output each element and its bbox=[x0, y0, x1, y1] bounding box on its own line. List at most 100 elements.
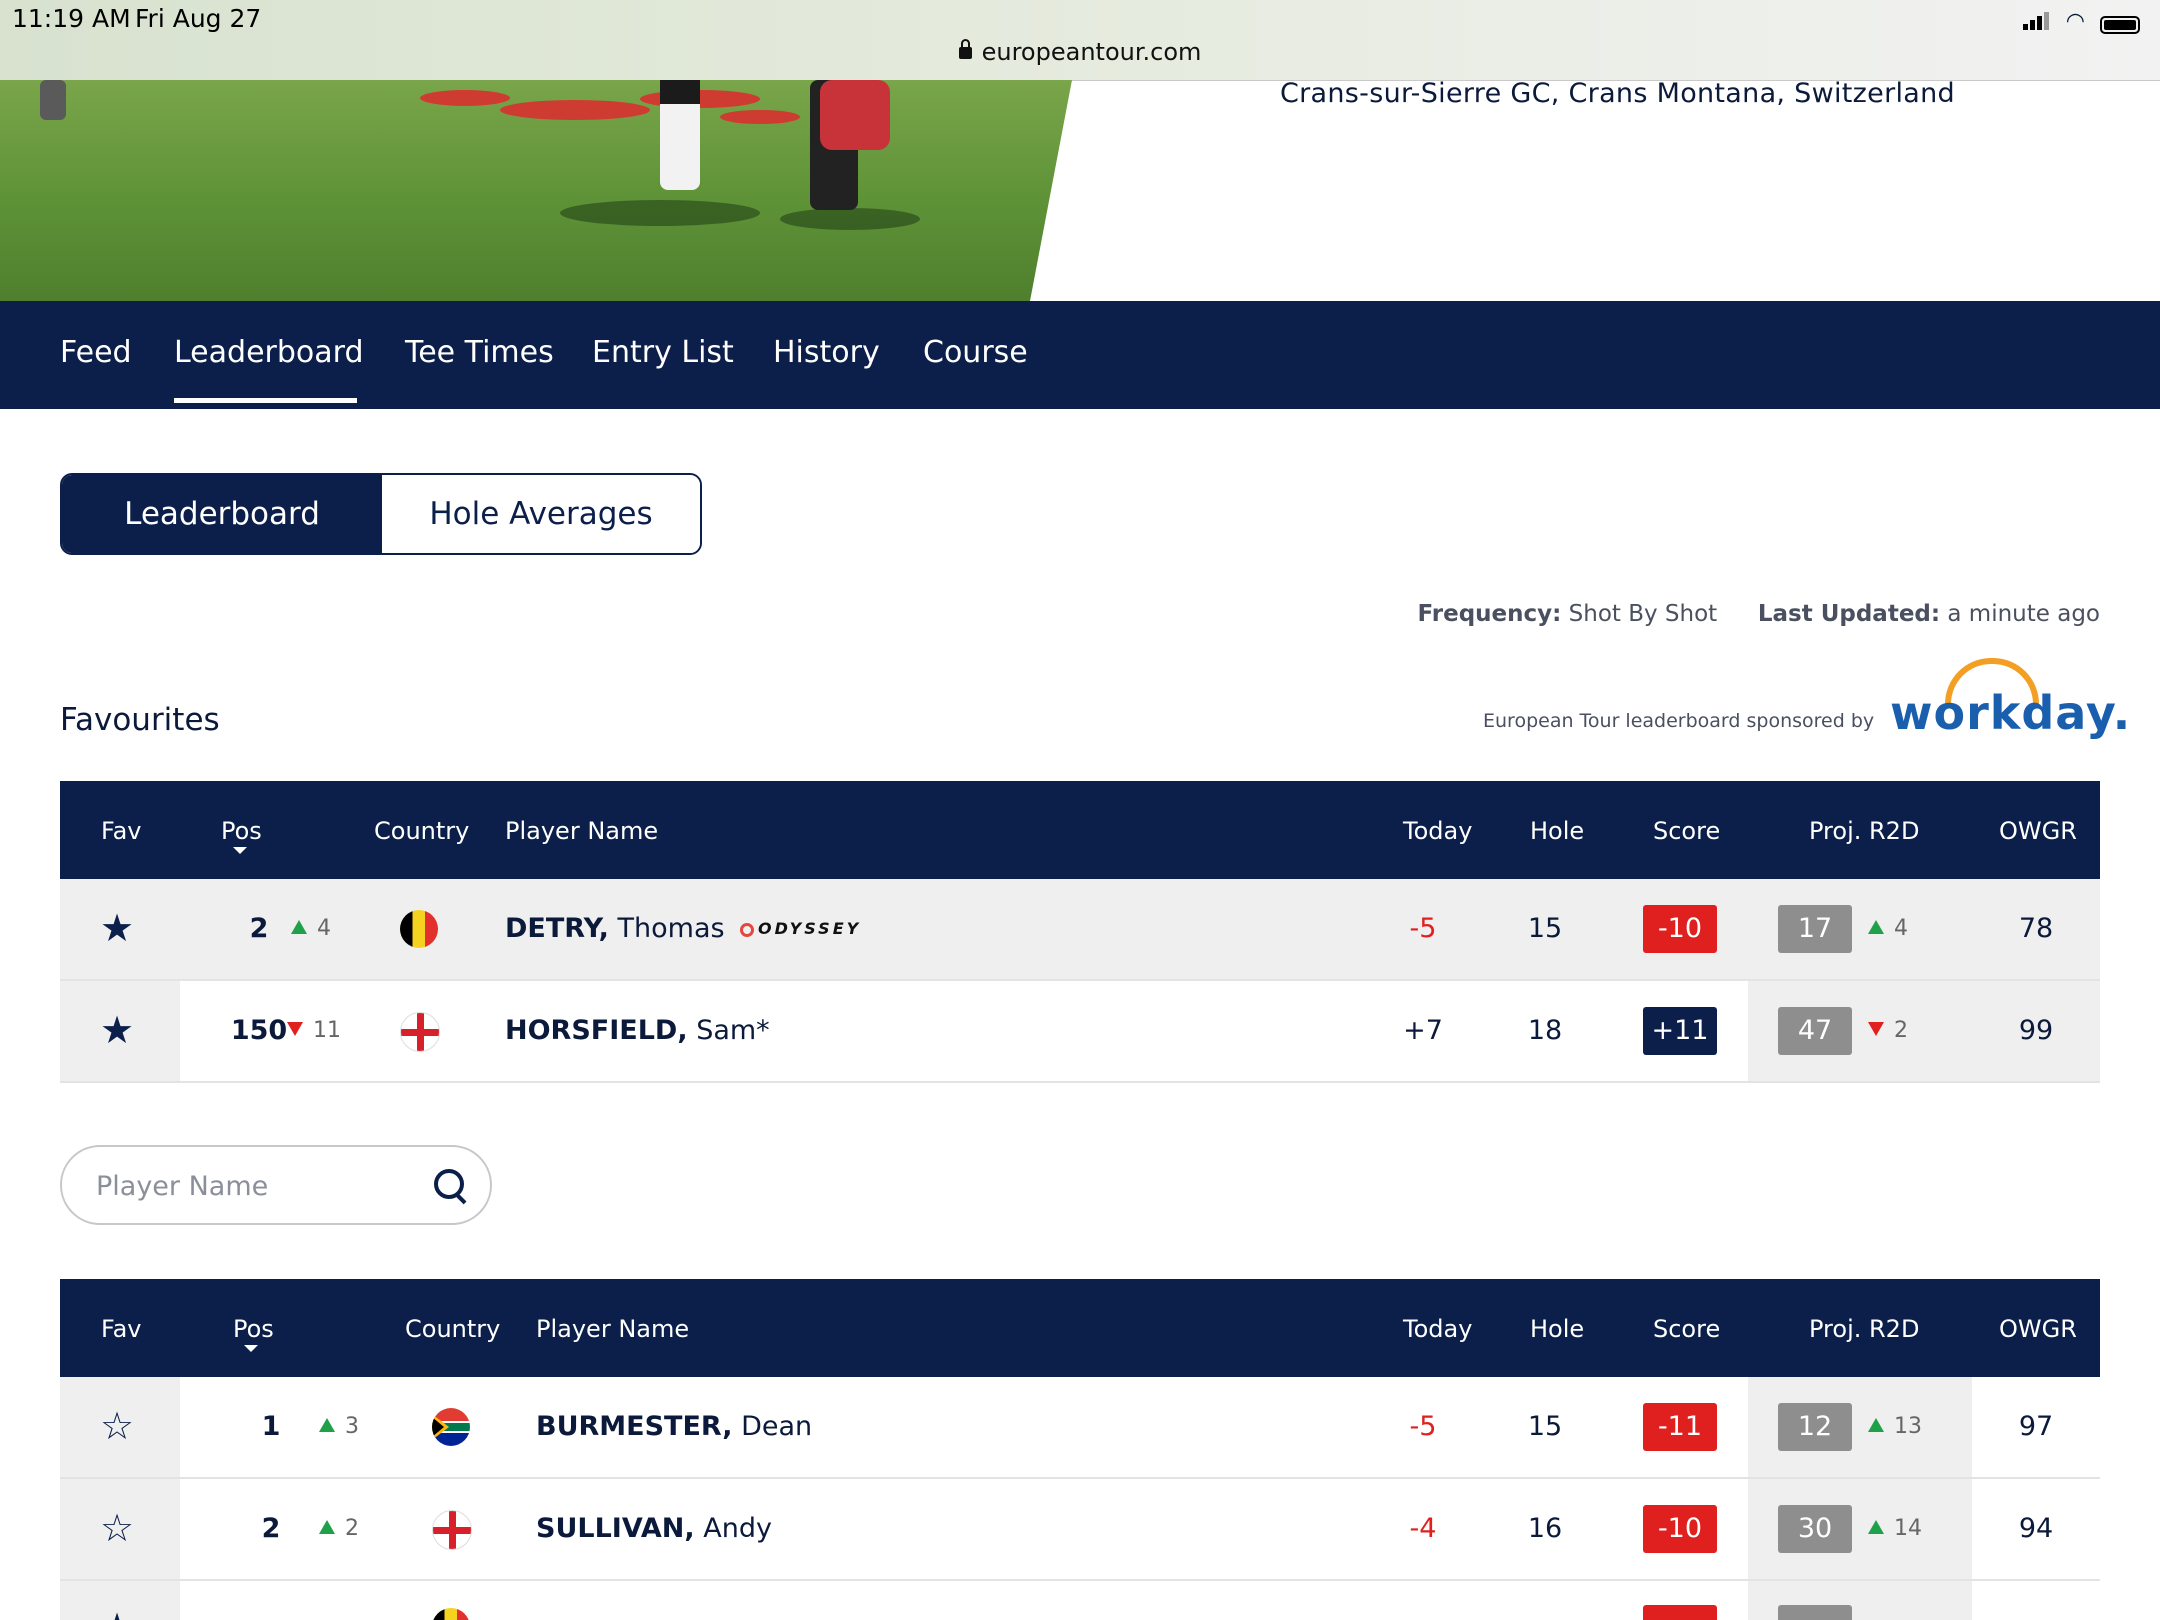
player-name[interactable]: HORSFIELD, Sam* bbox=[505, 1015, 770, 1046]
hole: 16 bbox=[1527, 1513, 1563, 1544]
view-toggle: Leaderboard Hole Averages bbox=[60, 473, 702, 555]
position-move: 11 bbox=[287, 1018, 341, 1043]
leaderboard-table-header: Fav Pos Country Player Name Today Hole S… bbox=[60, 1279, 2100, 1377]
signal-icon bbox=[2022, 12, 2049, 34]
today-score: -5 bbox=[1409, 913, 1437, 944]
owgr-cell: 94 bbox=[1972, 1479, 2100, 1579]
favourites-title: Favourites bbox=[60, 702, 220, 738]
position: 2 bbox=[249, 913, 269, 944]
belgium-flag-icon bbox=[432, 1608, 470, 1620]
position-move: 4 bbox=[291, 916, 331, 941]
proj-r2d-badge: 17 bbox=[1778, 905, 1852, 953]
tab-history[interactable]: History bbox=[773, 335, 880, 370]
col-country: Country bbox=[405, 1315, 501, 1343]
sponsor-text: European Tour leaderboard sponsored by bbox=[1483, 710, 1875, 732]
col-pos[interactable]: Pos bbox=[233, 1315, 274, 1343]
active-tab-indicator bbox=[174, 398, 357, 403]
belgium-flag-icon bbox=[400, 910, 438, 948]
star-filled-icon[interactable]: ★ bbox=[100, 1011, 134, 1049]
position-move: 2 bbox=[319, 1516, 359, 1541]
lock-icon bbox=[958, 39, 972, 59]
col-score: Score bbox=[1653, 1315, 1721, 1343]
owgr-cell: 78 bbox=[1972, 879, 2100, 979]
owgr: 97 bbox=[2018, 1411, 2054, 1442]
venue-text: Crans-sur-Sierre GC, Crans Montana, Swit… bbox=[1280, 78, 1955, 109]
proj-r2d-badge: 30 bbox=[1778, 1505, 1852, 1553]
fav-cell: ★ bbox=[60, 981, 180, 1081]
proj-r2d-badge: 12 bbox=[1778, 1403, 1852, 1451]
position-move: 3 bbox=[319, 1414, 359, 1439]
player-name[interactable]: SULLIVAN, Andy bbox=[536, 1513, 772, 1544]
move-up-icon bbox=[291, 920, 307, 934]
frequency-value: Shot By Shot bbox=[1568, 601, 1718, 627]
player-name[interactable]: BURMESTER, Dean bbox=[536, 1411, 812, 1442]
col-owgr: OWGR bbox=[1999, 817, 2077, 845]
total-score-badge bbox=[1643, 1605, 1717, 1620]
tab-course[interactable]: Course bbox=[923, 335, 1028, 370]
col-country: Country bbox=[374, 817, 470, 845]
event-nav: Feed Leaderboard Tee Times Entry List Hi… bbox=[0, 301, 2160, 409]
hole: 15 bbox=[1527, 913, 1563, 944]
player-search bbox=[60, 1145, 492, 1225]
total-score-badge: -11 bbox=[1643, 1403, 1717, 1451]
proj-cell: 17 4 bbox=[1748, 879, 1972, 979]
hero-image bbox=[0, 80, 1080, 301]
last-updated-label: Last Updated: bbox=[1757, 601, 1941, 627]
move-up-icon bbox=[319, 1418, 335, 1432]
today-score: -4 bbox=[1409, 1513, 1437, 1544]
hole: 15 bbox=[1527, 1411, 1563, 1442]
table-row[interactable]: ☆ 1 3 BURMESTER, Dean -5 15 -11 12 13 97 bbox=[60, 1377, 2100, 1479]
position: 1 bbox=[261, 1411, 281, 1442]
col-hole: Hole bbox=[1530, 1315, 1585, 1343]
star-outline-icon[interactable]: ☆ bbox=[100, 1509, 134, 1547]
golf-bag bbox=[820, 80, 890, 150]
col-pos[interactable]: Pos bbox=[221, 817, 262, 845]
fav-cell: ☆ bbox=[60, 1479, 180, 1579]
tab-feed[interactable]: Feed bbox=[60, 335, 132, 370]
address-bar[interactable]: europeantour.com bbox=[0, 38, 2160, 66]
hole-averages-toggle-button[interactable]: Hole Averages bbox=[382, 475, 700, 553]
total-score-badge: +11 bbox=[1643, 1007, 1717, 1055]
col-hole: Hole bbox=[1530, 817, 1585, 845]
status-date: Fri Aug 27 bbox=[135, 4, 262, 33]
today-score: -5 bbox=[1409, 1411, 1437, 1442]
search-input[interactable] bbox=[94, 1165, 418, 1207]
move-down-icon bbox=[1868, 1022, 1884, 1036]
proj-cell: 12 13 bbox=[1748, 1377, 1972, 1477]
col-fav: Fav bbox=[101, 1315, 142, 1343]
update-info: Frequency: Shot By Shot Last Updated: a … bbox=[1418, 601, 2100, 627]
proj-cell: 47 2 bbox=[1748, 981, 1972, 1081]
workday-logo[interactable]: workday. bbox=[1890, 686, 2131, 740]
move-up-icon bbox=[1868, 1520, 1884, 1534]
star-filled-icon[interactable]: ★ bbox=[100, 909, 134, 947]
tab-entry-list[interactable]: Entry List bbox=[592, 335, 734, 370]
table-row[interactable]: ★ 150 11 HORSFIELD, Sam* +7 18 +11 47 2 … bbox=[60, 981, 2100, 1083]
tab-leaderboard[interactable]: Leaderboard bbox=[174, 335, 364, 370]
status-time: 11:19 AM bbox=[12, 4, 131, 33]
star-outline-icon[interactable]: ☆ bbox=[100, 1407, 134, 1445]
proj-move: 13 bbox=[1868, 1414, 1922, 1439]
player-name[interactable]: DETRY, Thomas bbox=[505, 913, 725, 944]
flower-bed bbox=[420, 90, 510, 106]
proj-r2d-badge bbox=[1778, 1605, 1852, 1620]
sort-caret-icon bbox=[244, 1345, 258, 1352]
table-row[interactable]: ☆ 2 2 SULLIVAN, Andy -4 16 -10 30 14 94 bbox=[60, 1479, 2100, 1581]
search-icon[interactable] bbox=[434, 1169, 464, 1199]
col-today: Today bbox=[1403, 1315, 1473, 1343]
favourites-table-header: Fav Pos Country Player Name Today Hole S… bbox=[60, 781, 2100, 879]
south-africa-flag-icon bbox=[432, 1408, 470, 1446]
col-today: Today bbox=[1403, 817, 1473, 845]
table-row[interactable]: ★ 2 4 DETRY, Thomas ODYSSEY -5 15 -10 17… bbox=[60, 879, 2100, 981]
frequency-label: Frequency: bbox=[1417, 601, 1562, 627]
col-fav: Fav bbox=[101, 817, 142, 845]
owgr-cell: 99 bbox=[1972, 981, 2100, 1081]
proj-move: 2 bbox=[1868, 1018, 1908, 1043]
col-proj-r2d: Proj. R2D bbox=[1809, 817, 1920, 845]
col-player-name: Player Name bbox=[536, 1315, 690, 1343]
battery-icon bbox=[2100, 16, 2140, 34]
proj-move: 4 bbox=[1868, 916, 1908, 941]
tab-tee-times[interactable]: Tee Times bbox=[405, 335, 554, 370]
leaderboard-toggle-button[interactable]: Leaderboard bbox=[62, 475, 382, 553]
table-row-partial: ★ bbox=[60, 1581, 2100, 1620]
move-up-icon bbox=[1868, 1418, 1884, 1432]
